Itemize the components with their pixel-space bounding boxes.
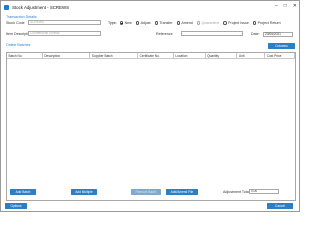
- stock-code-field[interactable]: SCREWS: [28, 20, 101, 25]
- type-radio-amend[interactable]: Amend: [176, 21, 193, 25]
- window-controls: – □ ✕: [275, 3, 297, 9]
- type-radio-group: Type: New Adjust Transfer Amend Quarantine Pr…: [108, 21, 285, 25]
- add-multiple-button[interactable]: Add Multiple: [71, 189, 97, 195]
- date-picker[interactable]: 23/06/2021: [263, 32, 293, 37]
- radio-dot[interactable]: [223, 21, 227, 25]
- stock-adjustment-window: Stock Adjustment - SCREWS – □ ✕ Transact…: [0, 0, 300, 212]
- column-header[interactable]: Location: [174, 53, 206, 59]
- type-radio-project-return[interactable]: Project Return: [252, 21, 281, 25]
- remove-batch-button[interactable]: Remove Batch: [131, 189, 161, 195]
- grid-header: Batch No. Description Supplier Batch Certif…: [7, 53, 295, 59]
- stock-code-label: Stock Code: [6, 21, 25, 25]
- radio-label: Project Issue: [228, 21, 249, 25]
- maximize-icon[interactable]: □: [284, 3, 287, 9]
- column-header[interactable]: Supplier Batch: [90, 53, 139, 59]
- column-header[interactable]: Batch No.: [7, 53, 43, 59]
- cancel-button[interactable]: Cancel: [267, 203, 293, 209]
- type-radio-project-issue[interactable]: Project Issue: [223, 21, 249, 25]
- type-radio-adjust[interactable]: Adjust: [135, 21, 151, 25]
- add-batch-button[interactable]: Add Batch: [10, 189, 36, 195]
- title-bar: Stock Adjustment - SCREWS – □ ✕: [1, 1, 299, 13]
- radio-dot[interactable]: [252, 21, 257, 25]
- column-header[interactable]: Cost Price: [265, 53, 295, 59]
- columns-button[interactable]: Columns: [268, 43, 295, 49]
- radio-dot[interactable]: [119, 21, 124, 25]
- radio-dot[interactable]: [135, 21, 140, 25]
- online-batches-label: Online Batches: [6, 43, 31, 47]
- app-icon: [4, 4, 9, 10]
- type-radio-new[interactable]: New: [119, 21, 132, 25]
- radio-label: Quarantine: [201, 21, 220, 25]
- type-radio-transfer[interactable]: Transfer: [154, 21, 173, 25]
- adjustment-total-value: 0.00: [249, 189, 279, 194]
- batches-grid[interactable]: Batch No. Description Supplier Batch Certif…: [6, 52, 296, 201]
- radio-dot[interactable]: [176, 21, 181, 25]
- item-description-field[interactable]: Countersunk Screws: [28, 31, 101, 36]
- radio-label: Amend: [181, 21, 193, 25]
- radio-dot: [196, 21, 201, 25]
- transaction-details-label: Transaction Details: [6, 15, 37, 19]
- column-header[interactable]: Description: [43, 53, 91, 59]
- reference-field[interactable]: [181, 31, 243, 36]
- radio-label: New: [124, 21, 132, 25]
- radio-dot[interactable]: [154, 21, 159, 25]
- column-header[interactable]: Unit: [237, 53, 266, 59]
- adjustment-total-label: Adjustment Total:: [223, 190, 251, 194]
- reference-label: Reference: [156, 32, 173, 36]
- date-label: Date:: [251, 32, 260, 36]
- column-header[interactable]: Certificate No.: [138, 53, 174, 59]
- column-header[interactable]: Quantity: [206, 53, 238, 59]
- radio-label: Adjust: [140, 21, 151, 25]
- radio-label: Project Return: [257, 21, 281, 25]
- type-radio-quarantine: Quarantine: [196, 21, 220, 25]
- minimize-icon[interactable]: –: [275, 3, 278, 9]
- add-amend-file-button[interactable]: Add/Amend File: [166, 189, 198, 195]
- radio-label: Transfer: [159, 21, 173, 25]
- window-title: Stock Adjustment - SCREWS: [12, 4, 70, 10]
- close-icon[interactable]: ✕: [293, 3, 297, 9]
- type-label: Type:: [108, 21, 117, 25]
- options-button[interactable]: Options: [5, 203, 27, 209]
